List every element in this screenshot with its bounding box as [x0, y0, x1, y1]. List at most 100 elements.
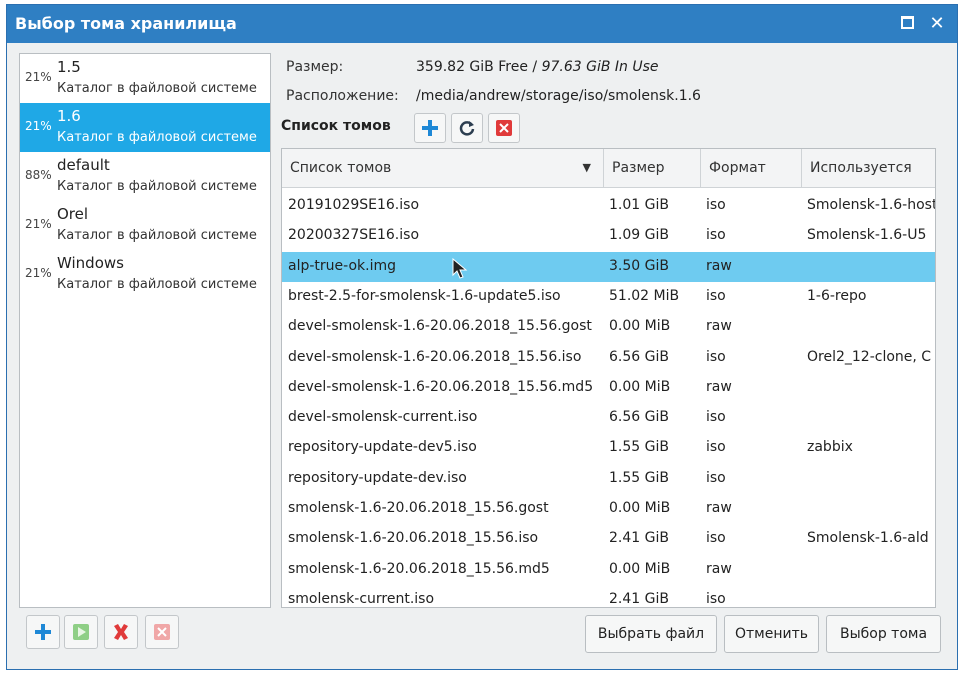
- volume-used-cell: Orel2_12-clone, C: [807, 348, 932, 365]
- volume-format-cell: iso: [706, 590, 726, 607]
- add-volume-button[interactable]: [414, 113, 446, 143]
- volume-size-cell: 3.50 GiB: [609, 257, 669, 274]
- pool-usage-percent: 21%: [25, 119, 52, 133]
- stop-pool-button[interactable]: [104, 615, 138, 649]
- size-in-use: 97.63 GiB In Use: [541, 59, 659, 75]
- close-icon: ✕: [929, 13, 945, 34]
- volume-size-cell: 0.00 MiB: [609, 378, 671, 395]
- table-header: Список томов ▼ Размер Формат Используетс…: [282, 149, 935, 188]
- plus-icon: [35, 624, 51, 640]
- browse-file-button[interactable]: Выбрать файл: [585, 615, 717, 653]
- pool-item[interactable]: 21% Orel Каталог в файловой системе: [20, 201, 270, 250]
- column-header-size[interactable]: Размер: [604, 149, 701, 187]
- maximize-button[interactable]: [897, 14, 917, 34]
- volume-name-cell: devel-smolensk-1.6-20.06.2018_15.56.md5: [288, 378, 594, 395]
- volume-name-cell: brest-2.5-for-smolensk-1.6-update5.iso: [288, 287, 561, 304]
- volume-format-cell: raw: [706, 560, 732, 577]
- maximize-icon: [900, 16, 914, 29]
- pool-item[interactable]: 21% Windows Каталог в файловой системе: [20, 250, 270, 299]
- volume-format-cell: iso: [706, 409, 726, 426]
- choose-volume-button[interactable]: Выбор тома: [826, 615, 941, 653]
- volume-size-cell: 1.01 GiB: [609, 197, 669, 213]
- volume-size-cell: 0.00 MiB: [609, 318, 671, 335]
- pool-description: Каталог в файловой системе: [57, 81, 257, 96]
- volume-format-cell: raw: [706, 257, 732, 274]
- column-title: Размер: [612, 160, 665, 176]
- close-button[interactable]: ✕: [927, 14, 947, 34]
- pool-name: 1.6: [57, 107, 81, 125]
- pool-description: Каталог в файловой системе: [57, 179, 257, 194]
- table-row[interactable]: repository-update-dev.iso 1.55 GiB iso: [282, 464, 935, 494]
- volume-format-cell: iso: [706, 439, 726, 456]
- table-row[interactable]: smolensk-current.iso 2.41 GiB iso: [282, 585, 935, 607]
- cancel-button[interactable]: Отменить: [724, 615, 819, 653]
- plus-icon: [422, 120, 438, 136]
- volume-format-cell: iso: [706, 348, 726, 365]
- volume-size-cell: 1.09 GiB: [609, 227, 669, 244]
- table-row[interactable]: repository-update-dev5.iso 1.55 GiB iso zab…: [282, 433, 935, 463]
- volume-name-cell: devel-smolensk-current.iso: [288, 409, 478, 426]
- location-value: /media/andrew/storage/iso/smolensk.1.6: [416, 88, 701, 104]
- column-header-used[interactable]: Используется: [802, 149, 935, 187]
- pool-description: Каталог в файловой системе: [57, 130, 257, 145]
- volume-format-cell: iso: [706, 227, 726, 244]
- delete-pool-button[interactable]: [145, 615, 179, 649]
- pool-usage-percent: 21%: [25, 266, 52, 280]
- volume-used-cell: Smolensk-1.6-U5: [807, 227, 927, 244]
- volume-name-cell: devel-smolensk-1.6-20.06.2018_15.56.iso: [288, 348, 582, 365]
- volume-format-cell: raw: [706, 318, 732, 335]
- delete-volume-button[interactable]: [488, 113, 520, 143]
- mouse-cursor-icon: [452, 258, 468, 279]
- volume-name-cell: alp-true-ok.img: [288, 257, 396, 274]
- volume-used-cell: 1-6-repo: [807, 287, 867, 304]
- table-row[interactable]: devel-smolensk-1.6-20.06.2018_15.56.gost…: [282, 312, 935, 342]
- table-row[interactable]: alp-true-ok.img 3.50 GiB raw: [282, 251, 935, 282]
- pool-item-selected[interactable]: 21% 1.6 Каталог в файловой системе: [20, 103, 270, 152]
- size-separator: /: [527, 59, 542, 75]
- table-row[interactable]: devel-smolensk-1.6-20.06.2018_15.56.md5 0…: [282, 373, 935, 403]
- volume-table[interactable]: Список томов ▼ Размер Формат Используетс…: [281, 148, 936, 608]
- table-row[interactable]: smolensk-1.6-20.06.2018_15.56.md5 0.00 Mi…: [282, 555, 935, 585]
- table-row[interactable]: smolensk-1.6-20.06.2018_15.56.gost 0.00 M…: [282, 494, 935, 524]
- pool-name: Orel: [57, 205, 89, 223]
- volume-size-cell: 51.02 MiB: [609, 287, 680, 304]
- volume-format-cell: iso: [706, 197, 726, 213]
- volume-format-cell: iso: [706, 469, 726, 486]
- size-free: 359.82 GiB Free: [416, 59, 528, 75]
- table-row[interactable]: smolensk-1.6-20.06.2018_15.56.iso 2.41 Gi…: [282, 524, 935, 554]
- start-pool-button[interactable]: [64, 615, 98, 649]
- location-label: Расположение:: [286, 88, 399, 104]
- refresh-button[interactable]: [451, 113, 483, 143]
- column-header-format[interactable]: Формат: [701, 149, 802, 187]
- volume-size-cell: 0.00 MiB: [609, 500, 671, 516]
- size-label: Размер:: [286, 59, 344, 75]
- volume-size-cell: 1.55 GiB: [609, 439, 669, 456]
- table-row[interactable]: devel-smolensk-1.6-20.06.2018_15.56.iso 6…: [282, 343, 935, 373]
- volume-name-cell: 20200327SE16.iso: [288, 227, 420, 244]
- volume-name-cell: smolensk-current.iso: [288, 590, 435, 607]
- table-row[interactable]: devel-smolensk-current.iso 6.56 GiB iso: [282, 403, 935, 433]
- volume-size-cell: 0.00 MiB: [609, 560, 671, 577]
- pool-name: 1.5: [57, 58, 81, 76]
- volume-name-cell: smolensk-1.6-20.06.2018_15.56.md5: [288, 560, 550, 577]
- table-row[interactable]: 20191029SE16.iso 1.01 GiB iso Smolensk-1.6-…: [282, 191, 935, 221]
- pool-description: Каталог в файловой системе: [57, 277, 257, 292]
- pool-description: Каталог в файловой системе: [57, 228, 257, 243]
- volume-name-cell: smolensk-1.6-20.06.2018_15.56.gost: [288, 500, 549, 516]
- table-row[interactable]: brest-2.5-for-smolensk-1.6-update5.iso 51…: [282, 282, 935, 312]
- add-pool-button[interactable]: [26, 615, 60, 649]
- pool-item[interactable]: 88% default Каталог в файловой системе: [20, 152, 270, 201]
- volume-size-cell: 2.41 GiB: [609, 530, 669, 547]
- storage-pool-list[interactable]: 21% 1.5 Каталог в файловой системе 21% 1…: [19, 53, 271, 608]
- column-header-name[interactable]: Список томов ▼: [282, 149, 604, 187]
- volume-size-cell: 6.56 GiB: [609, 409, 669, 426]
- volume-size-cell: 6.56 GiB: [609, 348, 669, 365]
- volume-name-cell: repository-update-dev.iso: [288, 469, 467, 486]
- size-value: 359.82 GiB Free / 97.63 GiB In Use: [416, 59, 659, 75]
- title-bar[interactable]: Выбор тома хранилища ✕: [7, 5, 957, 43]
- table-row[interactable]: 20200327SE16.iso 1.09 GiB iso Smolensk-1.6-…: [282, 221, 935, 251]
- pool-item[interactable]: 21% 1.5 Каталог в файловой системе: [20, 54, 270, 103]
- column-title: Формат: [709, 160, 766, 176]
- volume-name-cell: repository-update-dev5.iso: [288, 439, 477, 456]
- volume-name-cell: 20191029SE16.iso: [288, 197, 420, 213]
